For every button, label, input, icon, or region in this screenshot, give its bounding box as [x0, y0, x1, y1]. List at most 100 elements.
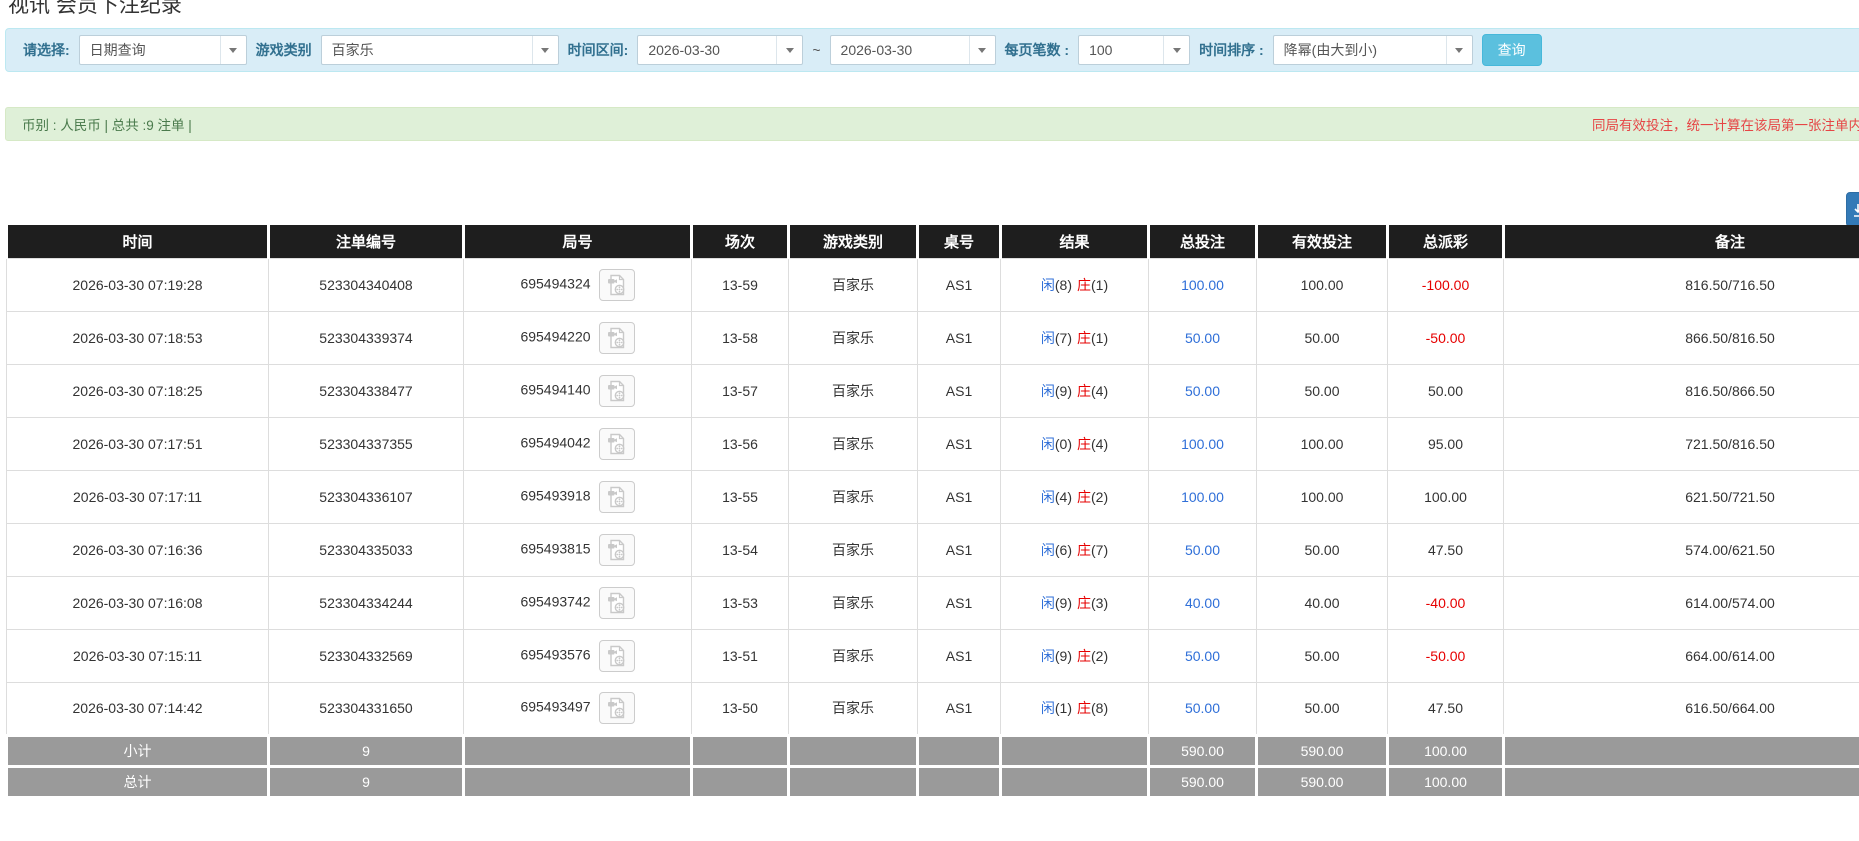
total-bet-link[interactable]: 50.00: [1185, 383, 1220, 399]
date-to-value: 2026-03-30: [840, 42, 913, 58]
video-replay-button[interactable]: [598, 321, 635, 354]
cell-game-type: 百家乐: [788, 681, 918, 736]
total-bet-link[interactable]: 100.00: [1181, 277, 1224, 293]
result-banker-label: 庄: [1077, 541, 1091, 558]
col-result: 结果: [999, 225, 1150, 258]
round-id-value: 695493815: [520, 540, 591, 557]
cell-game-type: 百家乐: [788, 628, 918, 683]
footer-empty-table: [916, 764, 1002, 799]
cell-result: 闲(9) 庄(2): [1000, 628, 1149, 683]
cell-time: 2026-03-30 07:18:53: [6, 310, 269, 365]
cell-time: 2026-03-30 07:18:25: [6, 363, 269, 418]
cell-game-type: 百家乐: [788, 257, 918, 312]
result-banker-score: (8): [1091, 700, 1109, 716]
time-range-label: 时间区间:: [567, 42, 629, 58]
video-replay-button[interactable]: [598, 533, 635, 566]
currency-total-text: 币别 : 人民币 | 总共 :9 注单 |: [22, 118, 192, 133]
result-banker-score: (7): [1091, 541, 1109, 558]
total-bet-link[interactable]: 50.00: [1185, 648, 1220, 664]
cell-total-bet: 50.00: [1148, 310, 1257, 365]
col-game-type: 游戏类别: [787, 225, 919, 258]
video-file-icon: [607, 697, 624, 719]
cell-session: 13-59: [691, 257, 789, 312]
summary-row: 总计 9 590.00 590.00 100.00: [5, 764, 1859, 799]
chevron-down-icon[interactable]: [1445, 36, 1472, 64]
query-mode-select[interactable]: 日期查询: [78, 35, 247, 65]
table-row: 2026-03-30 07:14:42 523304331650 6954934…: [6, 681, 1859, 736]
cell-valid-bet: 50.00: [1256, 681, 1388, 736]
sort-order-select[interactable]: 降幂(由大到小): [1272, 35, 1473, 65]
cell-payout: 50.00: [1387, 363, 1504, 418]
col-remark: 备注: [1502, 225, 1859, 258]
cell-result: 闲(9) 庄(3): [1000, 575, 1149, 630]
video-file-icon: [607, 645, 624, 666]
table-row: 2026-03-30 07:16:36 523304335033 6954938…: [6, 522, 1859, 577]
result-banker-label: 庄: [1077, 329, 1091, 346]
total-bet-link[interactable]: 40.00: [1185, 595, 1220, 611]
date-from-select[interactable]: 2026-03-30: [637, 35, 804, 65]
cell-session: 13-53: [691, 575, 789, 630]
result-player-label: 闲: [1040, 647, 1055, 664]
footer-empty-table: [916, 733, 1002, 768]
cell-valid-bet: 50.00: [1256, 628, 1388, 683]
chevron-down-icon[interactable]: [219, 36, 246, 64]
page-size-label: 每页笔数 :: [1004, 42, 1070, 58]
footer-empty-session: [690, 764, 790, 799]
video-file-icon: [607, 274, 624, 295]
chevron-down-icon[interactable]: [968, 36, 995, 64]
video-replay-button[interactable]: [598, 268, 635, 301]
video-replay-button[interactable]: [598, 639, 635, 672]
total-bet-link[interactable]: 100.00: [1181, 436, 1224, 452]
video-replay-button[interactable]: [598, 480, 635, 513]
round-id-value: 695493918: [520, 487, 591, 504]
footer-empty-remark: [1502, 733, 1859, 768]
sort-order-label: 时间排序 :: [1199, 42, 1264, 58]
page-size-value: 100: [1089, 42, 1113, 58]
cell-table-no: AS1: [917, 469, 1001, 524]
cell-remark: 614.00/574.00: [1503, 575, 1859, 630]
cell-session: 13-57: [691, 363, 789, 418]
table-row: 2026-03-30 07:18:53 523304339374 6954942…: [6, 310, 1859, 365]
cell-table-no: AS1: [917, 681, 1001, 736]
date-to-select[interactable]: 2026-03-30: [829, 35, 996, 65]
chevron-down-icon[interactable]: [1163, 36, 1189, 64]
cell-payout: -50.00: [1387, 628, 1504, 683]
result-player-label: 闲: [1040, 594, 1055, 611]
total-bet-link[interactable]: 50.00: [1185, 330, 1220, 346]
video-replay-button[interactable]: [598, 374, 635, 407]
export-button[interactable]: [1846, 192, 1859, 227]
video-file-icon: [607, 486, 624, 507]
game-type-label: 游戏类别: [255, 42, 312, 58]
query-mode-label: 请选择:: [23, 42, 70, 58]
video-replay-button[interactable]: [598, 427, 635, 460]
cell-session: 13-51: [691, 628, 789, 683]
video-replay-button[interactable]: [598, 586, 635, 619]
cell-bet-id: 523304334244: [268, 575, 464, 630]
cell-total-bet: 100.00: [1148, 469, 1257, 524]
search-button[interactable]: 查询: [1481, 34, 1542, 66]
result-player-score: (0): [1054, 435, 1072, 452]
game-type-select[interactable]: 百家乐: [320, 35, 559, 65]
result-banker-score: (4): [1091, 435, 1109, 452]
cell-remark: 664.00/614.00: [1503, 628, 1859, 683]
round-id-value: 695494042: [520, 434, 591, 451]
cell-bet-id: 523304335033: [268, 522, 464, 577]
total-bet-link[interactable]: 50.00: [1185, 700, 1220, 716]
cell-game-type: 百家乐: [788, 310, 918, 365]
table-body: 2026-03-30 07:19:28 523304340408 6954943…: [6, 257, 1859, 736]
chevron-down-icon[interactable]: [776, 36, 802, 64]
page-size-select[interactable]: 100: [1078, 35, 1191, 65]
cell-table-no: AS1: [917, 575, 1001, 630]
total-bet-link[interactable]: 50.00: [1185, 542, 1220, 558]
result-player-label: 闲: [1040, 435, 1055, 452]
chevron-down-icon: [1172, 47, 1181, 53]
video-replay-button[interactable]: [598, 692, 635, 724]
footer-total-bet: 590.00: [1147, 733, 1258, 768]
result-banker-score: (1): [1091, 276, 1109, 293]
cell-table-no: AS1: [917, 628, 1001, 683]
footer-empty-game: [787, 733, 919, 768]
cell-remark: 621.50/721.50: [1503, 469, 1859, 524]
total-bet-link[interactable]: 100.00: [1181, 489, 1224, 505]
result-player-score: (4): [1054, 488, 1072, 505]
chevron-down-icon[interactable]: [531, 36, 558, 64]
